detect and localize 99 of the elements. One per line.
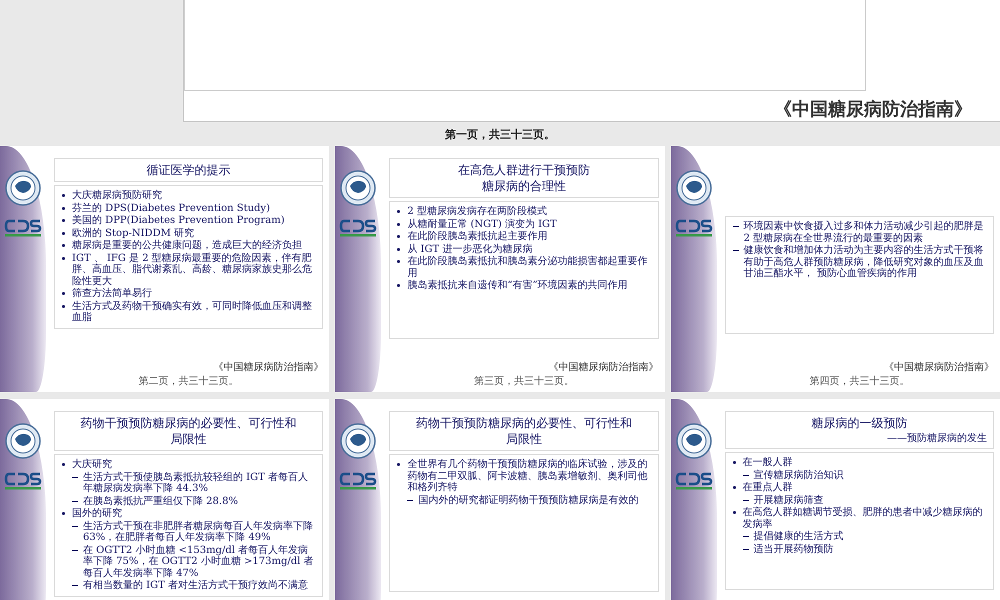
slide-thumbnail[interactable] xyxy=(0,399,330,600)
bullet-icon xyxy=(62,512,65,516)
bullet-item: 2 型糖尿病发病存在两阶段模式 xyxy=(396,206,652,218)
dash-icon xyxy=(72,526,78,527)
bullet-icon xyxy=(397,248,400,251)
bullet-item: 在高危人群如糖调节受损、肥胖的患者中减少糖尿病的发病率 xyxy=(732,507,987,530)
bullet-icon xyxy=(397,235,400,238)
dash-icon xyxy=(742,536,749,538)
dash-item: 适当开展药物预防 xyxy=(742,544,987,556)
bullet-icon xyxy=(62,256,65,260)
page-caption: 第一页，共三十三页。 xyxy=(444,127,556,143)
bullet-icon xyxy=(62,292,65,296)
bullet-icon xyxy=(397,222,400,226)
bullet-item: 在重点人群 xyxy=(732,482,987,494)
bullet-icon xyxy=(397,260,400,264)
slide-title: 糖尿病的一级预防 xyxy=(811,415,908,432)
dash-item: 环境因素中饮食摄入过多和体力活动减少引起的肥胖是 2 型糖尿病在全世界流行的最重要的因素 xyxy=(732,221,987,244)
bullet-item: 从 IGT 进一步恶化为糖尿病 xyxy=(396,244,652,256)
dash-icon xyxy=(72,476,78,478)
bullet-item: 筛查方法简单易行 xyxy=(61,288,316,300)
bullet-icon xyxy=(62,463,65,466)
logo-icon xyxy=(339,218,378,238)
slide-title: 局限性 xyxy=(170,431,207,448)
bullet-item: 欧洲的 Stop-NIDDM 研究 xyxy=(61,228,316,240)
page-caption: 第二页，共三十三页。 xyxy=(138,374,239,388)
dash-icon xyxy=(72,500,78,502)
slide-title: 糖尿病的合理性 xyxy=(482,178,566,194)
bullet-item: 在此阶段胰岛素抵抗和胰岛素分泌功能损害都起重要作用 xyxy=(396,256,652,280)
bullet-icon xyxy=(62,244,65,248)
logo-icon xyxy=(339,471,378,491)
slide-thumbnail[interactable]: 糖尿病的一级预防 ——预防糖尿病的发生 在一般人群 宣传糖尿病防治知识 在重点人群 开展糖尿病筛查 在高危人群如糖调节受损、肥胖的患者中减少糖尿病的发病率 提倡健康的生活方式 适当开展药物预防 xyxy=(670,399,1000,600)
dash-item: 提倡健康的生活方式 xyxy=(742,531,987,543)
bullet-item: 大庆糖尿病预防研究 xyxy=(61,190,316,202)
slide-footer: 《中国糖尿病防治指南》 xyxy=(548,360,659,374)
bullet-icon xyxy=(397,210,400,214)
dash-item: 国内外的研究都证明药物干预预防糖尿病是有效的 xyxy=(406,494,652,506)
slide-footer: 《中国糖尿病防治指南》 xyxy=(774,97,972,121)
dash-icon xyxy=(72,550,78,551)
bullet-item: 胰岛素抵抗来自遗传和“有害”环境因素的共同作用 xyxy=(396,280,652,292)
bullet-item: IGT 、 IFG 是 2 型糖尿病最重要的危险因素，伴有肥胖、高血压、脂代谢紊乱、高龄、糖尿病家族史那么危险性更大 xyxy=(61,252,316,288)
logo-icon xyxy=(4,218,42,238)
bullet-icon xyxy=(397,284,400,288)
dash-item: 生活方式干预使胰岛素抵抗较轻组的 IGT 者每百人年糖尿病发病率下降 44.3% xyxy=(71,472,316,495)
dash-icon xyxy=(407,500,414,501)
page-caption: 第四页，共三十三页。 xyxy=(809,374,910,388)
bullet-icon xyxy=(397,463,400,466)
emblem-icon xyxy=(340,170,376,206)
bullet-icon xyxy=(62,206,65,210)
bullet-item: 芬兰的 DPS(Diabetes Prevention Study) xyxy=(61,202,316,214)
slide-title: 在高危人群进行干预预防 xyxy=(458,162,590,178)
dash-item: 健康饮食和增加体力活动为主要内容的生活方式干预将有助于高危人群预防糖尿病，降低研究对象的血压及血甘油三酯水平， 预防心血管疾病的作用 xyxy=(732,245,987,280)
dash-item: 有相当数量的 IGT 者对生活方式干预疗效尚不满意 xyxy=(71,580,316,592)
dash-icon xyxy=(742,548,749,550)
slide-footer: 《中国糖尿病防治指南》 xyxy=(884,360,994,374)
bullet-item: 国外的研究 xyxy=(61,508,316,520)
emblem-icon xyxy=(676,170,712,206)
dash-item: 在 OGTT2 小时血糖 <153mg/dl 者每百人年发病率下降 75%，在 OGTT2 小时血糖 >173mg/dl 者每百人年发病率下降 47% xyxy=(71,544,316,580)
slide-title: 局限性 xyxy=(506,431,542,448)
dash-item: 宣传糖尿病防治知识 xyxy=(742,470,987,482)
bullet-item: 在一般人群 xyxy=(732,457,987,469)
page-caption: 第三页，共三十三页。 xyxy=(474,374,574,388)
slide-thumbnail[interactable]: 环境因素中饮食摄入过多和体力活动减少引起的肥胖是 2 型糖尿病在全世界流行的最重要的因素 健康饮食和增加体力活动为主要内容的生活方式干预将有助于高危人群预防糖尿病，降低研究对象的血压及血甘油三酯水平， 预防心血管疾病的作用 《中国糖尿病防治指南》 第四页，共三十三页。 xyxy=(670,146,1000,392)
bullet-item: 从糖耐量正常 (NGT) 演变为 IGT xyxy=(396,218,652,230)
logo-icon xyxy=(674,471,713,491)
bullet-icon xyxy=(732,486,736,490)
slide-title: 循证医学的提示 xyxy=(146,162,231,178)
bullet-icon xyxy=(62,219,65,222)
slide-subtitle: ——预防糖尿病的发生 xyxy=(887,432,987,446)
dash-item: 生活方式干预在非肥胖者糖尿病每百人年发病率下降 63%，在肥胖者每百人年发病率下降 49% xyxy=(71,520,316,544)
bullet-icon xyxy=(732,461,736,464)
dash-item: 在胰岛素抵抗严重组仅下降 28.8% xyxy=(71,496,316,508)
bullet-icon xyxy=(732,511,736,514)
slide-title: 药物干预预防糖尿病的必要性、可行性和 xyxy=(80,415,297,432)
dash-icon xyxy=(742,474,749,476)
dash-icon xyxy=(732,226,739,227)
emblem-icon xyxy=(5,170,41,206)
logo-icon xyxy=(674,218,713,238)
slide-title: 药物干预预防糖尿病的必要性、可行性和 xyxy=(416,415,632,432)
slide-thumbnail[interactable]: 药物干预预防糖尿病的必要性、可行性和 局限性 全世界有几个药物干预预防糖尿病的临床试验，涉及的药物有二甲双胍、阿卡波糖、胰岛素增敏剂、奥利司他和格列齐特 国内外的研究都证明药物干预预防糖尿病是有效的 xyxy=(335,399,665,600)
dash-icon xyxy=(732,250,739,251)
emblem-icon xyxy=(676,423,712,459)
bullet-item: 美国的 DPP(Diabetes Prevention Program) xyxy=(61,215,316,227)
bullet-item: 全世界有几个药物干预预防糖尿病的临床试验，涉及的药物有二甲双胍、阿卡波糖、胰岛素增敏剂、奥利司他和格列齐特 xyxy=(396,459,652,494)
bullet-item: 在此阶段胰岛素抵抗起主要作用 xyxy=(396,231,652,243)
bullet-icon xyxy=(62,304,65,308)
logo-icon xyxy=(4,471,42,491)
emblem-icon xyxy=(5,423,41,459)
dash-icon xyxy=(742,500,749,501)
bullet-icon xyxy=(62,232,65,235)
slide-thumbnail[interactable]: 在高危人群进行干预预防 糖尿病的合理性 2 型糖尿病发病存在两阶段模式 从糖耐量正常 (NGT) 演变为 IGT 在此阶段胰岛素抵抗起主要作用 从 IGT 进一步恶化为糖尿病 在此阶段胰岛素抵抗和胰岛素分泌功能损害都起重要作用 胰岛素抵抗来自遗传和“有害”环境因素的共同作用 《中国糖尿病防治指南》 第三页，共三十三页。 xyxy=(335,146,665,392)
dash-icon xyxy=(72,585,78,586)
slide-footer: 《中国糖尿病防治指南》 xyxy=(213,360,324,374)
bullet-item: 生活方式及药物干预确实有效，可同时降低血压和调整血脂 xyxy=(61,300,316,324)
bullet-item: 糖尿病是重要的公共健康问题，造成巨大的经济负担 xyxy=(61,240,316,252)
bullet-item: 大庆研究 xyxy=(61,459,316,471)
slide-thumbnail[interactable] xyxy=(0,146,330,392)
emblem-icon xyxy=(340,423,376,459)
bullet-icon xyxy=(62,194,65,198)
dash-item: 开展糖尿病筛查 xyxy=(742,494,987,506)
